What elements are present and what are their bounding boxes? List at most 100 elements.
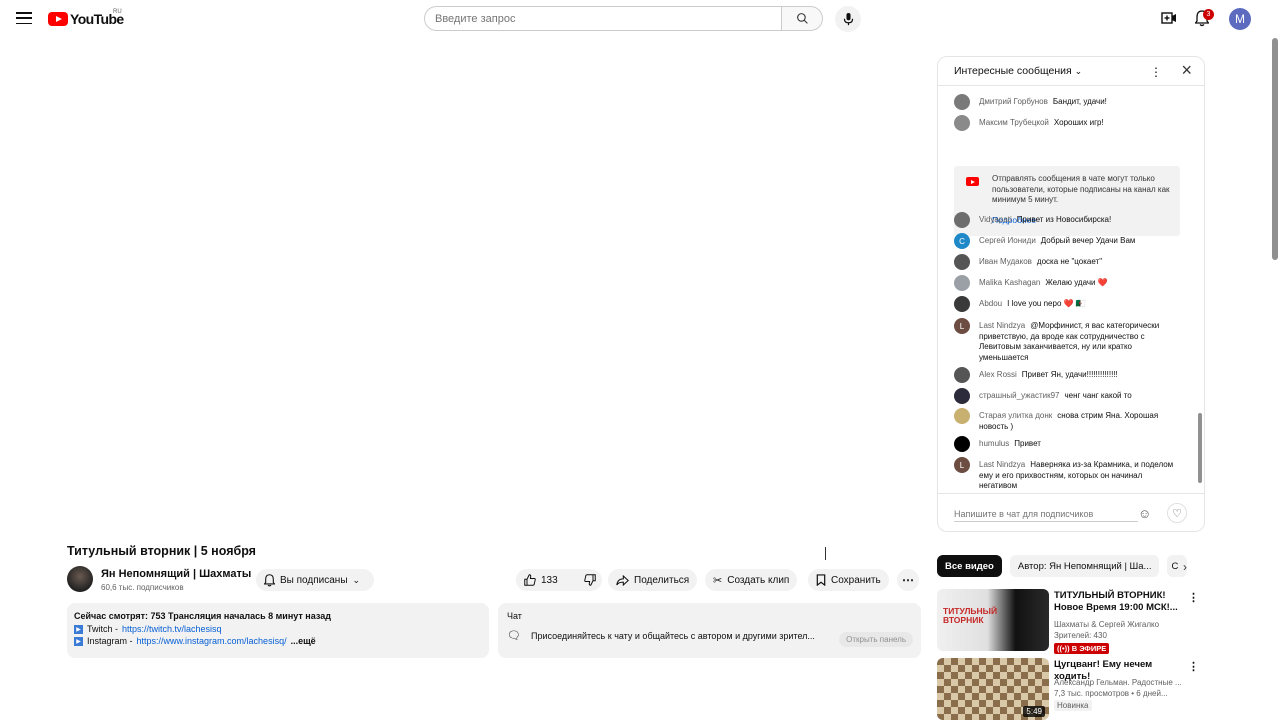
- recommendation-item[interactable]: ТИТУЛЬНЫЙ ВТОРНИК ТИТУЛЬНЫЙ ВТОРНИК! Нов…: [937, 589, 1205, 654]
- recommendation-channel: Шахматы & Сергей Жигалко: [1054, 620, 1160, 629]
- new-badge: Новинка: [1054, 700, 1092, 711]
- message-author[interactable]: humulus: [979, 439, 1009, 448]
- message-author[interactable]: Last Nindzya: [979, 460, 1025, 469]
- message-author[interactable]: Alex Rossi: [979, 370, 1017, 379]
- bell-icon: [264, 573, 275, 586]
- message-author[interactable]: Сергей Иониди: [979, 236, 1036, 245]
- message-author[interactable]: Максим Трубецкой: [979, 118, 1049, 127]
- avatar: [954, 212, 970, 228]
- chat-mode-dropdown[interactable]: Интересные сообщения ⌄: [954, 65, 1082, 77]
- subscribed-button[interactable]: Вы подписаны ⌄: [256, 569, 374, 591]
- message-author[interactable]: Иван Мудаков: [979, 257, 1032, 266]
- mouse-cursor: [825, 547, 834, 560]
- subscribed-label: Вы подписаны: [280, 574, 348, 586]
- save-button[interactable]: Сохранить: [808, 569, 889, 591]
- more-vertical-icon[interactable]: ⋮: [1188, 591, 1199, 604]
- instagram-link[interactable]: https://www.instagram.com/lachesisq/: [137, 636, 287, 646]
- chat-message: Malika Kashagan Желаю удачи ❤️: [954, 275, 1182, 291]
- menu-icon[interactable]: [16, 12, 32, 24]
- video-player[interactable]: [67, 56, 921, 536]
- dislike-button[interactable]: [576, 569, 604, 591]
- close-icon[interactable]: ×: [1181, 60, 1192, 81]
- chip-all-videos[interactable]: Все видео: [937, 555, 1002, 577]
- message-text: Желаю удачи ❤️: [1045, 278, 1108, 287]
- video-thumbnail[interactable]: 5:49: [937, 658, 1049, 720]
- chat-input-area: ☺ ♡: [938, 493, 1204, 531]
- account-avatar[interactable]: М: [1229, 8, 1251, 30]
- chat-message: страшный_ужастик97 ченг чанг какой то: [954, 388, 1182, 404]
- chat-message: humulus Привет: [954, 436, 1182, 452]
- message-author[interactable]: Malika Kashagan: [979, 278, 1040, 287]
- message-author[interactable]: страшный_ужастик97: [979, 391, 1060, 400]
- avatar: [954, 388, 970, 404]
- chat-message: С Сергей Иониди Добрый вечер Удачи Вам: [954, 233, 1182, 249]
- voice-search-button[interactable]: [835, 6, 861, 32]
- create-video-icon: [1161, 12, 1176, 24]
- share-icon: [616, 574, 629, 586]
- search-input[interactable]: [435, 12, 781, 25]
- recommendation-stats: Зрителей: 430: [1054, 631, 1107, 640]
- message-text: Хороших игр!: [1053, 118, 1104, 127]
- twitch-label: Twitch -: [87, 624, 119, 634]
- emoji-icon[interactable]: ☺: [1138, 506, 1151, 521]
- chevron-right-icon[interactable]: ›: [1183, 560, 1187, 574]
- search-box: [424, 6, 782, 31]
- message-text: Привет из Новосибирска!: [1016, 215, 1112, 224]
- chat-scrollbar[interactable]: [1198, 413, 1202, 483]
- avatar: [954, 296, 970, 312]
- avatar: [954, 94, 970, 110]
- page-scrollbar[interactable]: [1272, 38, 1278, 260]
- chat-message: Старая улитка донк снова стрим Яна. Хорош…: [954, 408, 1182, 432]
- more-vertical-icon[interactable]: ⋮: [1188, 660, 1199, 673]
- like-count: 133: [541, 574, 558, 586]
- youtube-logo[interactable]: YouTube RU: [48, 9, 124, 27]
- video-title: Титульный вторник | 5 ноября: [67, 544, 256, 558]
- filter-chips: Все видео Автор: Ян Непомнящий | Ша... С: [937, 555, 1188, 577]
- create-clip-button[interactable]: ✂ Создать клип: [705, 569, 798, 591]
- notifications-badge: 3: [1203, 9, 1214, 20]
- chevron-down-icon: ⌄: [1074, 66, 1083, 76]
- thumbnail-caption: ТИТУЛЬНЫЙ ВТОРНИК: [943, 606, 998, 625]
- like-button[interactable]: 133: [516, 569, 566, 591]
- message-text: I love you nepo ❤️ 🇩🇿: [1007, 299, 1086, 308]
- avatar: [954, 275, 970, 291]
- share-label: Поделиться: [634, 574, 690, 586]
- youtube-play-icon: [48, 12, 68, 26]
- live-chat-panel: Интересные сообщения ⌄ ⋮ × Дмитрий Горбу…: [937, 56, 1205, 532]
- avatar: С: [954, 233, 970, 249]
- chat-message: Иван Мудаков доска не "цокает": [954, 254, 1182, 270]
- message-text: Привет: [1014, 439, 1041, 448]
- chip-author[interactable]: Автор: Ян Непомнящий | Ша...: [1009, 555, 1160, 577]
- message-author[interactable]: Дмитрий Горбунов: [979, 97, 1048, 106]
- recommendation-channel: Александр Гельман. Радостные ...: [1054, 678, 1182, 687]
- channel-avatar[interactable]: [67, 566, 93, 592]
- chat-mode-label: Интересные сообщения: [954, 65, 1072, 77]
- live-badge: ((•)) В ЭФИРЕ: [1054, 643, 1110, 654]
- description-box[interactable]: Сейчас смотрят: 753 Трансляция началась …: [67, 603, 489, 658]
- open-panel-button[interactable]: Открыть панель: [839, 632, 913, 647]
- heart-icon[interactable]: ♡: [1167, 503, 1187, 523]
- message-author[interactable]: Last Nindzya: [979, 321, 1025, 330]
- subscriber-count: 60,6 тыс. подписчиков: [101, 583, 184, 592]
- avatar: [954, 254, 970, 270]
- message-author[interactable]: Старая улитка донк: [979, 411, 1052, 420]
- avatar: [954, 367, 970, 383]
- message-author[interactable]: Abdou: [979, 299, 1002, 308]
- show-more-link[interactable]: ...ещё: [291, 636, 316, 646]
- more-vertical-icon[interactable]: ⋮: [1150, 65, 1162, 79]
- message-author[interactable]: Vidyapati: [979, 215, 1012, 224]
- description-stats: Сейчас смотрят: 753 Трансляция началась …: [74, 611, 331, 621]
- twitch-line: ▶ Twitch - https://twitch.tv/lachesisq: [74, 624, 482, 634]
- channel-name[interactable]: Ян Непомнящий | Шахматы: [101, 568, 251, 580]
- avatar: [954, 408, 970, 424]
- search-icon: [796, 13, 808, 24]
- twitch-link[interactable]: https://twitch.tv/lachesisq: [122, 624, 222, 634]
- chat-input[interactable]: [954, 506, 1138, 522]
- search-button[interactable]: [781, 6, 823, 31]
- recommendation-item[interactable]: 5:49 Цугцванг! Ему нечем ходить! Алексан…: [937, 658, 1205, 720]
- more-actions-button[interactable]: ⋯: [897, 569, 919, 591]
- bookmark-icon: [816, 574, 826, 586]
- video-thumbnail[interactable]: ТИТУЛЬНЫЙ ВТОРНИК: [937, 589, 1049, 651]
- create-button[interactable]: [1161, 11, 1177, 30]
- share-button[interactable]: Поделиться: [608, 569, 698, 591]
